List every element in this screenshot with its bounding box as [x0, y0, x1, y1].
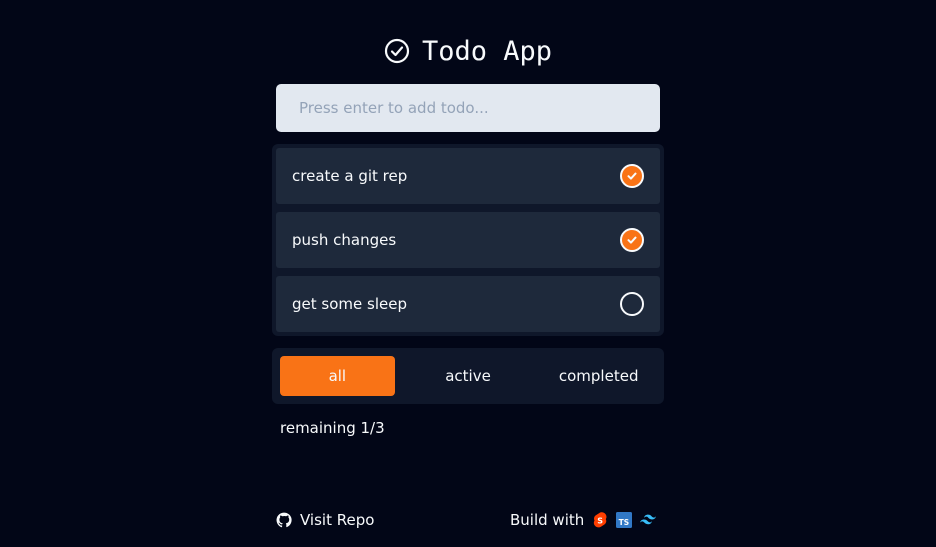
todo-app: Todo App create a git rep push changes g…	[0, 0, 936, 547]
svg-text:S: S	[597, 517, 603, 526]
todo-item[interactable]: push changes	[276, 212, 660, 268]
build-with-label: Build with	[510, 511, 585, 529]
visit-repo-label: Visit Repo	[300, 511, 375, 529]
typescript-icon[interactable]: TS	[616, 512, 633, 528]
filter-tabs: all active completed	[272, 348, 664, 404]
svg-text:TS: TS	[619, 518, 630, 527]
visit-repo-link[interactable]: Visit Repo	[276, 509, 374, 531]
check-circle-icon	[384, 38, 410, 64]
todo-text: push changes	[292, 231, 397, 249]
todo-item[interactable]: get some sleep	[276, 276, 660, 332]
todo-text: create a git rep	[292, 167, 408, 185]
add-todo-input[interactable]	[276, 84, 660, 132]
checkmark-icon	[627, 236, 637, 244]
todo-text: get some sleep	[292, 295, 407, 313]
github-icon	[276, 512, 292, 528]
header: Todo App	[0, 33, 936, 69]
todo-checkbox-checked[interactable]	[620, 228, 644, 252]
page-title: Todo App	[421, 35, 553, 67]
build-with: Build with S TS	[510, 509, 660, 531]
todo-item[interactable]: create a git rep	[276, 148, 660, 204]
todo-checkbox-unchecked[interactable]	[620, 292, 644, 316]
todo-checkbox-checked[interactable]	[620, 164, 644, 188]
filter-active-button[interactable]: active	[411, 356, 526, 396]
checkmark-icon	[627, 172, 637, 180]
tailwind-icon[interactable]	[640, 512, 657, 528]
svelte-icon[interactable]: S	[592, 512, 608, 528]
remaining-count: remaining 1/3	[280, 419, 385, 437]
filter-all-button[interactable]: all	[280, 356, 395, 396]
filter-completed-button[interactable]: completed	[541, 356, 656, 396]
todo-list: create a git rep push changes get some s…	[272, 144, 664, 336]
